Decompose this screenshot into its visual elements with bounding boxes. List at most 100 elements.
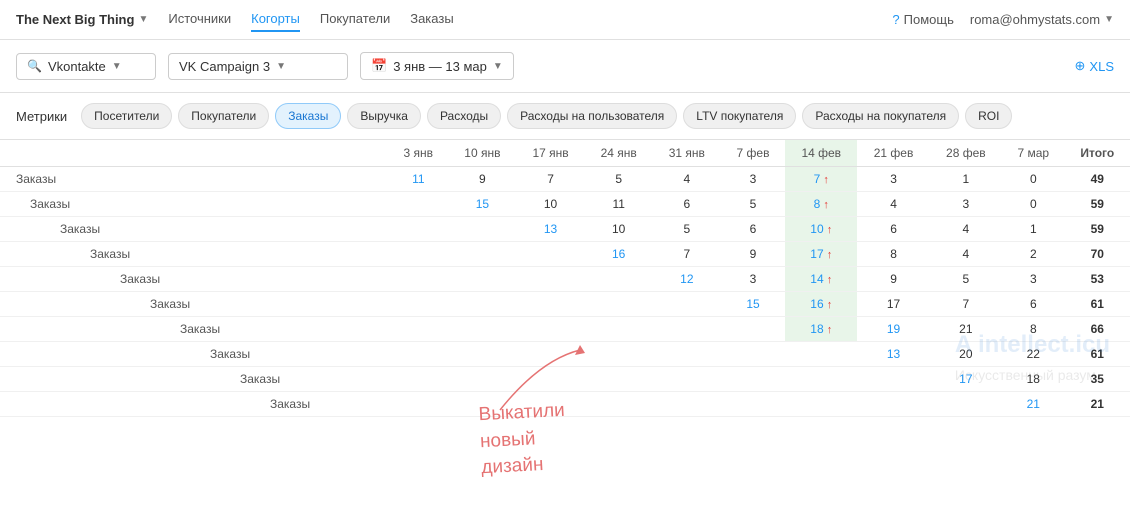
up-arrow-icon: ↑: [824, 224, 833, 236]
cell-3-4: 7: [653, 242, 721, 267]
up-arrow-icon: ↑: [824, 274, 833, 286]
brand[interactable]: The Next Big Thing ▼: [16, 12, 148, 27]
first-value[interactable]: 21: [1027, 397, 1040, 411]
header-right: ? Помощь roma@ohmystats.com ▼: [892, 12, 1114, 27]
cell-9-9: 21: [1002, 392, 1065, 417]
date-filter[interactable]: 📅 3 янв — 13 мар ▼: [360, 52, 514, 80]
source-label: Vkontakte: [48, 59, 106, 74]
nav-orders[interactable]: Заказы: [410, 7, 453, 32]
cell-8-6: [785, 367, 857, 392]
cell-1-9: 0: [1002, 192, 1065, 217]
cell-1-6: 8 ↑: [785, 192, 857, 217]
cell-8-5: [721, 367, 785, 392]
date-chevron-icon: ▼: [493, 61, 503, 72]
col-header-21feb: 21 фев: [857, 140, 929, 167]
row-label-8: Заказы: [0, 367, 388, 392]
main-nav: Источники Когорты Покупатели Заказы: [168, 7, 892, 32]
cell-4-3: [585, 267, 653, 292]
question-icon: ?: [892, 12, 899, 27]
cell-3-8: 4: [930, 242, 1002, 267]
cell-0-10: 49: [1065, 167, 1130, 192]
cell-7-6: [785, 342, 857, 367]
col-header-total: Итого: [1065, 140, 1130, 167]
cell-5-8: 7: [930, 292, 1002, 317]
row-label-3: Заказы: [0, 242, 388, 267]
cell-9-0: [388, 392, 448, 417]
tab-roi[interactable]: ROI: [965, 103, 1012, 129]
cell-2-1: [448, 217, 516, 242]
cell-0-3: 5: [585, 167, 653, 192]
cell-6-9: 8: [1002, 317, 1065, 342]
cell-8-8: 17: [930, 367, 1002, 392]
nav-cohorts[interactable]: Когорты: [251, 7, 300, 32]
metrics-label: Метрики: [16, 109, 67, 124]
tab-buyers[interactable]: Покупатели: [178, 103, 269, 129]
cell-2-8: 4: [930, 217, 1002, 242]
cell-5-9: 6: [1002, 292, 1065, 317]
cell-1-8: 3: [930, 192, 1002, 217]
campaign-chevron-icon: ▼: [276, 61, 286, 72]
cell-5-2: [516, 292, 584, 317]
row-label-1: Заказы: [0, 192, 388, 217]
cell-4-6: 14 ↑: [785, 267, 857, 292]
cell-8-1: [448, 367, 516, 392]
table-row: Заказы13105610 ↑64159: [0, 217, 1130, 242]
first-value[interactable]: 15: [746, 297, 759, 311]
up-arrow-icon: ↑: [824, 299, 833, 311]
first-value[interactable]: 13: [887, 347, 900, 361]
cell-3-5: 9: [721, 242, 785, 267]
first-value[interactable]: 17: [959, 372, 972, 386]
cell-6-4: [653, 317, 721, 342]
cell-6-0: [388, 317, 448, 342]
cell-9-4: [653, 392, 721, 417]
cell-0-1: 9: [448, 167, 516, 192]
row-label-0: Заказы: [0, 167, 388, 192]
user-email-text: roma@ohmystats.com: [970, 12, 1100, 27]
cell-6-5: [721, 317, 785, 342]
tab-orders[interactable]: Заказы: [275, 103, 341, 129]
cell-7-2: [516, 342, 584, 367]
tab-revenue[interactable]: Выручка: [347, 103, 421, 129]
first-value[interactable]: 12: [680, 272, 693, 286]
col-header-7mar: 7 мар: [1002, 140, 1065, 167]
table-row: Заказы18 ↑1921866: [0, 317, 1130, 342]
tab-ltv[interactable]: LTV покупателя: [683, 103, 796, 129]
cell-5-0: [388, 292, 448, 317]
row-label-9: Заказы: [0, 392, 388, 417]
date-label: 3 янв — 13 мар: [393, 59, 487, 74]
tab-visitors[interactable]: Посетители: [81, 103, 172, 129]
header: The Next Big Thing ▼ Источники Когорты П…: [0, 0, 1130, 40]
cell-2-0: [388, 217, 448, 242]
first-value[interactable]: 16: [612, 247, 625, 261]
cell-2-7: 6: [857, 217, 929, 242]
help-link[interactable]: ? Помощь: [892, 12, 953, 27]
first-value[interactable]: 13: [544, 222, 557, 236]
nav-sources[interactable]: Источники: [168, 7, 231, 32]
user-menu[interactable]: roma@ohmystats.com ▼: [970, 12, 1114, 27]
tab-cost-per-buyer[interactable]: Расходы на покупателя: [802, 103, 959, 129]
cell-4-7: 9: [857, 267, 929, 292]
first-value[interactable]: 15: [476, 197, 489, 211]
col-header-24jan: 24 янв: [585, 140, 653, 167]
cell-4-8: 5: [930, 267, 1002, 292]
cell-6-8: 21: [930, 317, 1002, 342]
campaign-filter[interactable]: VK Campaign 3 ▼: [168, 53, 348, 80]
cell-6-3: [585, 317, 653, 342]
up-arrow-icon: ↑: [824, 249, 833, 261]
tab-expenses[interactable]: Расходы: [427, 103, 501, 129]
cell-6-6: 18 ↑: [785, 317, 857, 342]
tab-cost-per-user[interactable]: Расходы на пользователя: [507, 103, 677, 129]
table-header-row: 3 янв 10 янв 17 янв 24 янв 31 янв 7 фев …: [0, 140, 1130, 167]
cell-0-0: 11: [388, 167, 448, 192]
filters-bar: 🔍 Vkontakte ▼ VK Campaign 3 ▼ 📅 3 янв — …: [0, 40, 1130, 93]
nav-buyers[interactable]: Покупатели: [320, 7, 390, 32]
brand-dropdown-icon[interactable]: ▼: [138, 14, 148, 25]
source-filter[interactable]: 🔍 Vkontakte ▼: [16, 53, 156, 80]
first-value[interactable]: 19: [887, 322, 900, 336]
cell-8-2: [516, 367, 584, 392]
cell-7-10: 61: [1065, 342, 1130, 367]
first-value[interactable]: 11: [412, 172, 424, 186]
cell-2-9: 1: [1002, 217, 1065, 242]
cell-1-2: 10: [516, 192, 584, 217]
xls-button[interactable]: ⊕ XLS: [1075, 58, 1114, 74]
